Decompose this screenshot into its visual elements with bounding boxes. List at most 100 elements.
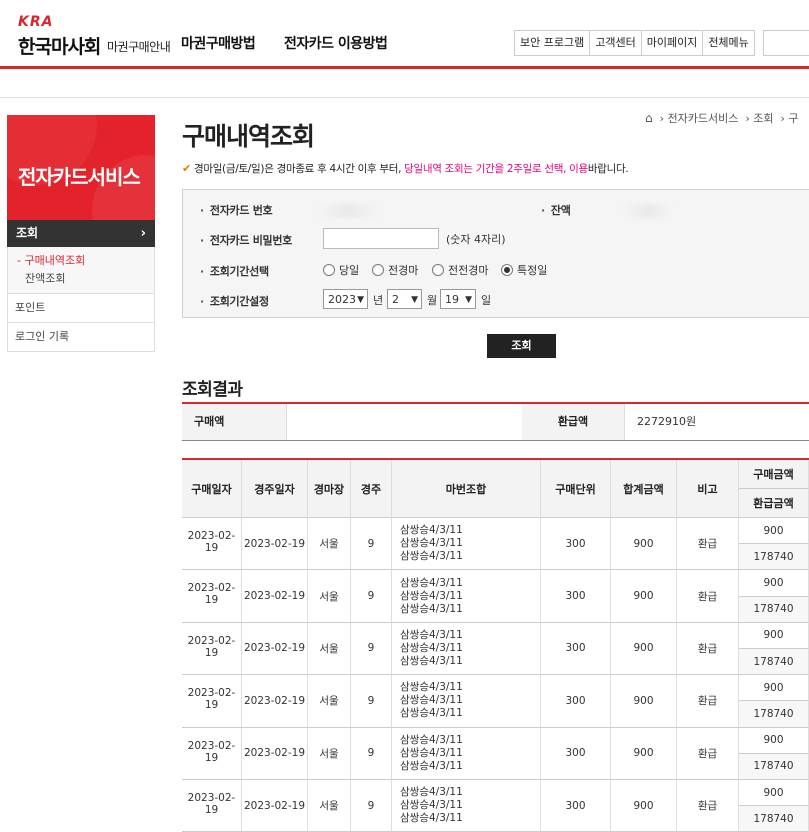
cell-combo: 삼쌍승4/3/11 삼쌍승4/3/11 삼쌍승4/3/11	[392, 570, 541, 623]
result-title: 조회결과	[182, 380, 243, 400]
combo-line: 삼쌍승4/3/11	[400, 681, 463, 694]
radio-circle-selected	[501, 264, 513, 276]
nav-purchase-method[interactable]: 마권구매방법	[181, 33, 256, 53]
year-select[interactable]: 2023 ▼	[323, 289, 368, 309]
cell-track: 서울	[308, 727, 351, 780]
period-select-label: 조회기간선택	[200, 263, 269, 279]
radio-previous-race[interactable]: 전경마	[372, 262, 418, 278]
radio-specific-date[interactable]: 특정일	[501, 262, 547, 278]
mypage-link[interactable]: 마이페이지	[641, 31, 704, 55]
cell-buy-date: 2023-02-19	[182, 622, 242, 676]
cell-buy-date: 2023-02-19	[182, 518, 242, 571]
customer-center-link[interactable]: 고객센터	[590, 31, 642, 55]
purchase-amount-value	[286, 404, 522, 440]
chevron-down-icon: ▼	[411, 295, 418, 305]
year-unit: 년	[373, 294, 384, 307]
sidebar-subitem-balance[interactable]: 잔액조회	[8, 270, 154, 288]
kra-logo-text: KRA	[18, 14, 54, 30]
refund-amount-value: 2272910원	[624, 404, 809, 440]
site-subtitle: 마권구매안내	[107, 40, 171, 54]
cell-buy-amount: 900	[739, 727, 809, 754]
balance-label: 잔액	[541, 202, 571, 218]
cell-unit: 300	[541, 675, 611, 728]
radio-label: 전전경마	[448, 264, 489, 277]
breadcrumb-item[interactable]: 구	[788, 112, 798, 125]
combo-line: 삼쌍승4/3/11	[400, 812, 463, 825]
radio-before-previous-race[interactable]: 전전경마	[432, 262, 488, 278]
notice-suffix: 바랍니다.	[587, 163, 629, 175]
security-program-link[interactable]: 보안 프로그램	[515, 31, 591, 55]
all-menu-link[interactable]: 전체메뉴	[703, 31, 754, 55]
cell-race-date: 2023-02-19	[242, 727, 308, 780]
combo-line: 삼쌍승4/3/11	[400, 602, 463, 615]
search-button[interactable]: 조회	[487, 334, 556, 358]
password-label: 전자카드 비밀번호	[200, 232, 292, 248]
radio-today[interactable]: 당일	[323, 262, 359, 278]
masked-card-number	[318, 204, 380, 218]
kra-logo[interactable]: KRA	[18, 14, 53, 30]
header-refund-amount: 환급금액	[739, 489, 809, 518]
month-select[interactable]: 2 ▼	[387, 289, 422, 309]
cell-track: 서울	[308, 518, 351, 571]
sidebar-menu: 조회 › - 구매내역조회 잔액조회 포인트 로그인 기록	[7, 220, 155, 352]
cell-race-date: 2023-02-19	[242, 518, 308, 571]
notice-highlight: 당일내역 조회는 기간을 2주일로 선택, 이용	[404, 163, 588, 175]
cell-note: 환급	[677, 518, 739, 571]
cell-note: 환급	[677, 727, 739, 780]
day-select[interactable]: 19 ▼	[440, 289, 476, 309]
header-unit: 구매단위	[541, 460, 611, 518]
header-race-date: 경주일자	[242, 460, 308, 518]
cell-total: 900	[611, 570, 677, 623]
sidebar-item-points[interactable]: 포인트	[7, 294, 155, 323]
site-name[interactable]: 한국마사회	[18, 32, 101, 59]
header-buy-date: 구매일자	[182, 460, 242, 518]
breadcrumb-item[interactable]: 조회	[753, 112, 773, 125]
purchase-history-table: 구매일자 경주일자 경마장 경주 마번조합 구매단위 합계금액 비고 구매금액 환급금액 2023-…	[182, 458, 809, 832]
cell-total: 900	[611, 622, 677, 676]
breadcrumb: ⌂ › 전자카드서비스 › 조회 › 구	[645, 111, 799, 125]
combo-line: 삼쌍승4/3/11	[400, 799, 463, 812]
header-combo: 마번조합	[392, 460, 541, 518]
cell-buy-date: 2023-02-19	[182, 570, 242, 623]
sidebar-item-login-history[interactable]: 로그인 기록	[7, 323, 155, 352]
search-form: 전자카드 번호 잔액 전자카드 비밀번호 (숫자 4자리) 조회기간선택 당일 …	[182, 189, 809, 318]
cell-combo: 삼쌍승4/3/11 삼쌍승4/3/11 삼쌍승4/3/11	[392, 622, 541, 676]
cell-race: 9	[351, 622, 392, 676]
nav-ecard-usage[interactable]: 전자카드 이용방법	[284, 33, 388, 53]
radio-label: 당일	[339, 264, 360, 277]
sidebar-subitem-purchase-history[interactable]: - 구매내역조회	[8, 252, 154, 270]
sidebar-item-inquiry[interactable]: 조회 ›	[7, 220, 155, 247]
cell-refund-amount: 178740	[739, 806, 809, 832]
header-track: 경마장	[308, 460, 351, 518]
chevron-right-icon: ›	[140, 226, 146, 241]
cell-combo: 삼쌍승4/3/11 삼쌍승4/3/11 삼쌍승4/3/11	[392, 780, 541, 832]
cell-note: 환급	[677, 675, 739, 728]
cell-total: 900	[611, 727, 677, 780]
site-header: KRA 한국마사회 마권구매안내 마권구매방법 전자카드 이용방법 보안 프로그…	[0, 0, 809, 69]
combo-line: 삼쌍승4/3/11	[400, 576, 463, 589]
cell-race: 9	[351, 675, 392, 728]
password-input[interactable]	[323, 228, 439, 249]
combo-line: 삼쌍승4/3/11	[400, 654, 463, 667]
cell-total: 900	[611, 518, 677, 571]
month-value: 2	[392, 293, 399, 306]
combo-line: 삼쌍승4/3/11	[400, 786, 463, 799]
search-input[interactable]	[763, 30, 809, 56]
cell-unit: 300	[541, 780, 611, 832]
cell-refund-amount: 178740	[739, 544, 809, 571]
home-icon[interactable]: ⌂	[645, 111, 653, 125]
combo-line: 삼쌍승4/3/11	[400, 628, 463, 641]
cell-race: 9	[351, 780, 392, 832]
cell-race: 9	[351, 570, 392, 623]
cell-race-date: 2023-02-19	[242, 570, 308, 623]
purchase-amount-label: 구매액	[182, 404, 286, 440]
breadcrumb-item[interactable]: 전자카드서비스	[668, 112, 739, 125]
cell-buy-amount: 900	[739, 570, 809, 597]
cell-track: 서울	[308, 780, 351, 832]
cell-buy-date: 2023-02-19	[182, 727, 242, 780]
cell-race-date: 2023-02-19	[242, 780, 308, 832]
cell-race: 9	[351, 727, 392, 780]
sub-navigation-bar	[0, 69, 809, 98]
cell-buy-amount: 900	[739, 675, 809, 702]
radio-circle	[372, 264, 384, 276]
